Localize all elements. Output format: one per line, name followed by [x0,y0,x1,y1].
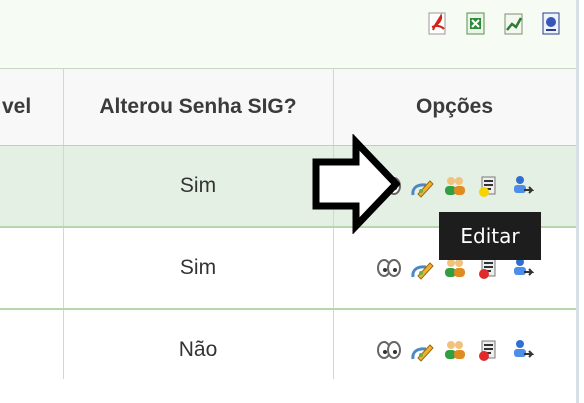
panel-right-border [576,0,584,403]
report-icon[interactable] [475,173,501,199]
users-icon[interactable] [442,173,468,199]
view-icon[interactable] [376,255,402,281]
transfer-icon[interactable] [508,337,534,363]
tooltip-text: Editar [460,224,520,248]
table-footer-space [0,379,576,403]
pdf-icon[interactable] [426,12,450,36]
users-icon[interactable] [442,337,468,363]
view-icon[interactable] [376,337,402,363]
export-toolbar [0,0,576,69]
column-header-partial[interactable]: vel [0,69,64,146]
cell-alterou-senha: Sim [63,145,334,228]
table-header-row: vel Alterou Senha SIG? Opções [0,69,577,146]
arrow-annotation-icon [312,134,400,234]
chart-icon[interactable] [502,12,526,36]
cell-partial [0,145,64,228]
report-icon[interactable] [475,337,501,363]
edit-icon[interactable] [409,173,435,199]
edit-icon[interactable] [409,255,435,281]
cell-alterou-senha: Sim [63,227,334,310]
edit-icon[interactable] [409,337,435,363]
tooltip: Editar [439,212,541,260]
row-options [335,337,575,363]
document-icon[interactable] [540,12,564,36]
export-icons [426,12,564,36]
users-grid-panel: vel Alterou Senha SIG? Opções Sim Sim Nã… [0,0,577,403]
column-header-alterou-senha[interactable]: Alterou Senha SIG? [63,69,334,146]
transfer-icon[interactable] [508,173,534,199]
cell-partial [0,227,64,310]
excel-icon[interactable] [464,12,488,36]
